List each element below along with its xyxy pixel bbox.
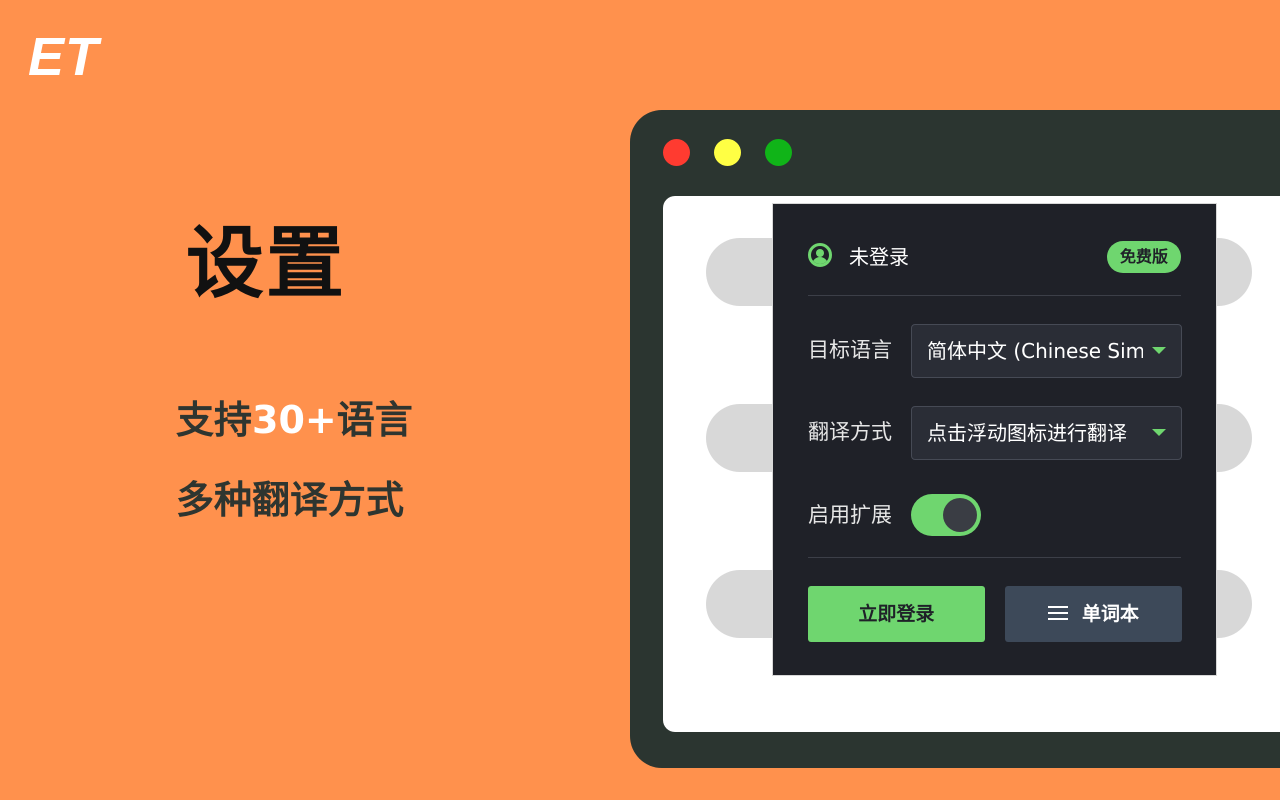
popup-header: 未登录 免费版: [808, 240, 1181, 274]
wordbook-button[interactable]: 单词本: [1005, 586, 1182, 642]
divider: [808, 295, 1181, 296]
enable-extension-toggle[interactable]: [911, 494, 981, 536]
user-avatar-icon[interactable]: [808, 243, 832, 267]
window-maximize-dot: [765, 139, 792, 166]
wordbook-button-label: 单词本: [1081, 603, 1139, 625]
avatar-body-shape: [812, 257, 828, 264]
target-language-label: 目标语言: [808, 338, 892, 362]
avatar-head-shape: [816, 249, 824, 257]
login-status-label[interactable]: 未登录: [849, 240, 909, 274]
chevron-down-icon: [1152, 347, 1166, 354]
extension-settings-popup: 未登录 免费版 目标语言 简体中文 (Chinese Simplified) 翻…: [772, 203, 1217, 676]
enable-extension-label: 启用扩展: [808, 503, 892, 527]
translation-mode-value: 点击浮动图标进行翻译: [927, 421, 1127, 445]
plan-badge: 免费版: [1106, 241, 1181, 273]
app-logo: ET: [28, 27, 100, 87]
divider: [808, 557, 1181, 558]
login-button[interactable]: 立即登录: [808, 586, 985, 642]
window-close-dot: [663, 139, 690, 166]
hero-title: 设置: [186, 219, 347, 309]
translation-mode-select[interactable]: 点击浮动图标进行翻译: [911, 406, 1182, 460]
target-language-value: 简体中文 (Chinese Simplified): [927, 339, 1143, 363]
target-language-select[interactable]: 简体中文 (Chinese Simplified): [911, 324, 1182, 378]
feature-languages-prefix: 支持: [176, 398, 253, 442]
translation-mode-label: 翻译方式: [808, 420, 892, 444]
window-minimize-dot: [714, 139, 741, 166]
feature-languages-highlight: 30+: [252, 398, 337, 442]
feature-languages: 支持30+语言: [176, 397, 413, 443]
feature-translation-modes: 多种翻译方式: [176, 478, 405, 522]
feature-languages-suffix: 语言: [336, 398, 413, 442]
toggle-knob[interactable]: [943, 498, 977, 532]
chevron-down-icon: [1152, 429, 1166, 436]
menu-icon: [1047, 605, 1068, 620]
